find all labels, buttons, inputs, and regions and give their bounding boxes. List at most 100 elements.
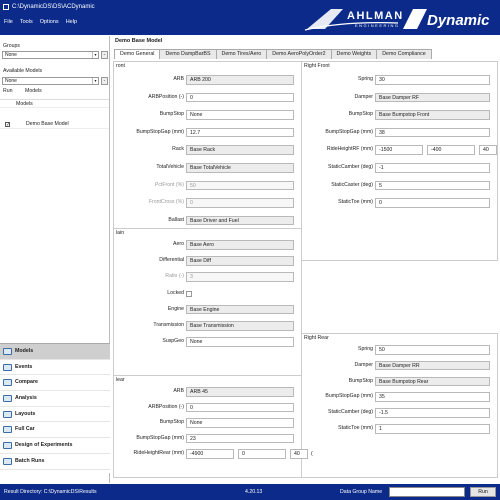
nav-events[interactable]: Events (0, 360, 110, 376)
rideheightrf-label: RideHeightRF (mm) (326, 146, 373, 153)
tab-demo-aeropolyorder2[interactable]: Demo AeroPolyOrder2 (266, 49, 332, 59)
menu-options[interactable]: Options (40, 19, 59, 28)
front-panel-title: ront (116, 63, 125, 69)
aero-label: Aero (173, 241, 184, 247)
menu-help[interactable]: Help (66, 19, 77, 28)
data-group-name-input[interactable] (389, 487, 465, 497)
rideheightrf-v2-input[interactable]: -400 (427, 145, 475, 155)
statictoe-label: StaticToe (mm) (338, 425, 373, 431)
bumpstopgap-input[interactable]: 38 (375, 127, 490, 138)
tree-header-label: Models (16, 101, 33, 107)
arbposition-input[interactable]: 0 (186, 402, 294, 413)
rideheightrear-v2-input[interactable]: 0 (238, 449, 286, 459)
suspgeo-label: SuspGeo (162, 338, 184, 345)
bumpstop-label: BumpStop (348, 111, 373, 118)
locked-checkbox[interactable] (186, 290, 192, 297)
models-select-value: None (5, 78, 17, 84)
bumpstopgap-input[interactable]: 23 (186, 433, 294, 444)
statictoe-input[interactable]: 1 (375, 424, 490, 434)
frontcross-input[interactable]: 0 (186, 198, 294, 208)
nav-design-of-experiments[interactable]: Design of Experiments (0, 438, 110, 454)
tab-demo-general[interactable]: Demo General (114, 49, 161, 59)
bumpstop-select[interactable]: Base Bumpstop Rear (375, 376, 490, 387)
ballast-label: Ballast (168, 216, 184, 223)
nav-layouts[interactable]: Layouts (0, 407, 110, 423)
damper-select[interactable]: Base Damper RR (375, 360, 490, 371)
model-row-demo-base[interactable]: ✓ Demo Base Model (0, 120, 109, 129)
statictoe-label: StaticToe (mm) (338, 199, 373, 206)
rideheightrf-v3-input[interactable]: 40 (479, 145, 497, 155)
tab-demo-weights[interactable]: Demo Weights (330, 49, 378, 59)
tab-demo-tires-aero[interactable]: Demo Tires/Aero (215, 49, 268, 59)
spring-input[interactable]: 50 (375, 345, 490, 355)
menu-bar: File Tools Options Help (0, 19, 77, 28)
events-icon (3, 363, 12, 371)
tab-strip: Demo General Demo DampBarBS Demo Tires/A… (114, 49, 432, 59)
run-checkbox[interactable]: ✓ (5, 122, 10, 128)
groups-menu-button[interactable]: - (101, 51, 108, 59)
spring-input[interactable]: 30 (375, 75, 490, 85)
menu-tools[interactable]: Tools (20, 19, 33, 28)
model-name: Demo Base Model (26, 121, 69, 127)
staticcamber-input[interactable]: -1 (375, 163, 490, 173)
version-label: 4.20.13 (245, 489, 263, 495)
totalvehicle-select[interactable]: Base TotalVehicle (186, 163, 294, 173)
aero-select[interactable]: Base Aero (186, 240, 294, 250)
ballast-select[interactable]: Base Driver and Fuel (186, 215, 294, 226)
logo-sub: ENGINEERING (355, 23, 400, 28)
column-run[interactable]: Run (3, 88, 13, 94)
statictoe-input[interactable]: 0 (375, 198, 490, 208)
nav-list: Models Events Compare Analysis Layouts Full C… (0, 343, 110, 473)
arbposition-input[interactable]: 0 (186, 92, 294, 103)
bumpstop-input[interactable]: None (186, 418, 294, 428)
nav-batch-runs[interactable]: Batch Runs (0, 454, 110, 470)
app-icon (3, 4, 9, 10)
arb-select[interactable]: ARB 45 (186, 387, 294, 397)
column-models[interactable]: Models (25, 88, 42, 94)
suspgeo-input[interactable]: None (186, 337, 294, 347)
models-icon (3, 348, 12, 355)
bumpstop-select[interactable]: Base Bumpstop Front (375, 110, 490, 120)
ratio-label: Ratio (-) (165, 273, 184, 280)
nav-compare[interactable]: Compare (0, 375, 110, 392)
tab-demo-compliance[interactable]: Demo Compliance (376, 49, 432, 59)
differential-select[interactable]: Base Diff (186, 256, 294, 266)
nav-analysis[interactable]: Analysis (0, 391, 110, 407)
menu-file[interactable]: File (4, 19, 13, 28)
engine-select[interactable]: Base Engine (186, 304, 294, 315)
models-select[interactable]: None ▾ (2, 77, 99, 85)
tree-header-models[interactable]: Models (0, 99, 109, 108)
rack-select[interactable]: Base Rack (186, 145, 294, 155)
tab-demo-dampbarbs[interactable]: Demo DampBarBS (159, 49, 217, 59)
bumpstopgap-input[interactable]: 35 (375, 392, 490, 402)
arbposition-label: ARBPosition (-) (148, 403, 184, 410)
pctfront-input[interactable]: 50 (186, 180, 294, 191)
rideheightrear-v1-input[interactable]: -4900 (186, 449, 234, 459)
damper-select[interactable]: Base Damper RF (375, 92, 490, 103)
groups-select[interactable]: None ▾ (2, 51, 99, 59)
totalvehicle-label: TotalVehicle (156, 164, 184, 170)
staticcaster-input[interactable]: 5 (375, 180, 490, 191)
content-area: Demo Base Model Demo General Demo DampBa… (112, 36, 500, 483)
nav-full-car[interactable]: Full Car (0, 422, 110, 439)
spring-label: Spring (358, 346, 373, 352)
rideheightrear-v3-input[interactable]: 40 (290, 449, 308, 459)
bumpstopgap-label: BumpStopGap (mm) (325, 128, 373, 135)
nav-models[interactable]: Models (0, 344, 110, 360)
right-rear-panel: Right Rear Spring 50 Damper Base Damper RR B… (301, 333, 498, 478)
run-button[interactable]: Run (470, 487, 496, 497)
staticcamber-input[interactable]: -1.5 (375, 408, 490, 418)
bumpstop-input[interactable]: None (186, 110, 294, 120)
transmission-select[interactable]: Base Transmission (186, 321, 294, 331)
transmission-label: Transmission (153, 322, 184, 328)
nav-label: Full Car (15, 426, 35, 433)
batch-runs-icon (3, 457, 12, 465)
staticcaster-label: StaticCaster (deg) (331, 181, 373, 188)
main-panel: lain Aero Base Aero Differential Base Diff R… (113, 228, 302, 377)
rideheightrf-v1-input[interactable]: -1500 (375, 145, 423, 155)
bumpstopgap-input[interactable]: 12.7 (186, 127, 294, 138)
arb-select[interactable]: ARB 200 (186, 75, 294, 85)
available-models-label: Available Models (3, 68, 43, 74)
models-menu-button[interactable]: - (101, 77, 108, 85)
ratio-input[interactable]: 3 (186, 272, 294, 282)
